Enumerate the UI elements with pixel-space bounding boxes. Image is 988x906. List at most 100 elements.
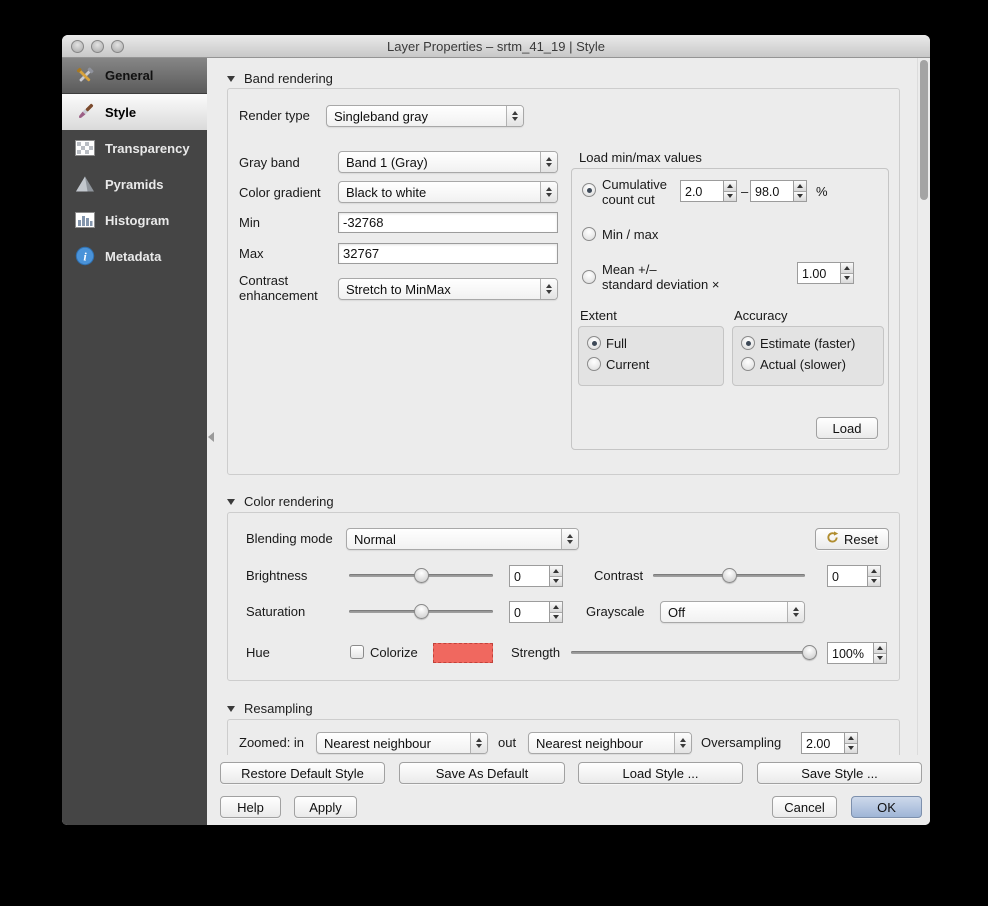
stepper-up-button[interactable] (845, 733, 857, 744)
spinbox-steppers (873, 643, 886, 663)
brightness-slider[interactable] (349, 568, 493, 583)
vertical-scrollbar[interactable] (917, 58, 930, 755)
stepper-down-button[interactable] (845, 744, 857, 754)
cumulative-count-cut-radio[interactable] (582, 183, 596, 197)
help-button[interactable]: Help (220, 796, 281, 818)
save-as-default-button[interactable]: Save As Default (399, 762, 565, 784)
spinbox-value[interactable]: 2.0 (681, 181, 723, 201)
resampling-panel: Zoomed: in Nearest neighbour out Nearest… (227, 719, 900, 755)
sidebar: General Style (62, 58, 207, 825)
apply-button[interactable]: Apply (294, 796, 357, 818)
sidebar-item-general[interactable]: General (62, 58, 207, 94)
gray-band-dropdown[interactable]: Band 1 (Gray) (338, 151, 558, 173)
mean-std-radio[interactable] (582, 270, 596, 284)
contrast-label: Contrast (594, 569, 643, 583)
extent-full-radio[interactable] (587, 336, 601, 350)
colorize-checkbox[interactable] (350, 645, 364, 659)
stepper-up-button[interactable] (794, 181, 806, 192)
zoomed-out-dropdown[interactable]: Nearest neighbour (528, 732, 692, 754)
load-minmax-groupbox: Cumulative count cut 2.0 – 98.0 (571, 168, 889, 450)
oversampling-spinbox[interactable]: 2.00 (801, 732, 858, 754)
zoomed-in-dropdown[interactable]: Nearest neighbour (316, 732, 488, 754)
load-style-button[interactable]: Load Style ... (578, 762, 743, 784)
contrast-slider[interactable] (653, 568, 805, 583)
spinbox-value[interactable]: 1.00 (798, 263, 840, 283)
saturation-slider[interactable] (349, 604, 493, 619)
save-style-button[interactable]: Save Style ... (757, 762, 922, 784)
colorize-color-swatch[interactable] (433, 643, 493, 663)
sidebar-item-metadata[interactable]: i Metadata (62, 238, 207, 274)
accuracy-title: Accuracy (734, 309, 787, 323)
min-input[interactable] (338, 212, 558, 233)
sidebar-item-label: Pyramids (105, 177, 164, 192)
sidebar-item-style[interactable]: Style (62, 94, 207, 130)
stepper-up-button[interactable] (874, 643, 886, 654)
color-gradient-dropdown[interactable]: Black to white (338, 181, 558, 203)
stepper-down-button[interactable] (841, 274, 853, 284)
sidebar-item-label: General (105, 68, 153, 83)
button-label: Help (237, 800, 264, 815)
stepper-up-button[interactable] (724, 181, 736, 192)
dropdown-value: Black to white (339, 185, 540, 200)
spinbox-value[interactable]: 0 (828, 566, 867, 586)
resampling-header[interactable]: Resampling (227, 701, 313, 716)
contrast-enhancement-dropdown[interactable]: Stretch to MinMax (338, 278, 558, 300)
color-rendering-header[interactable]: Color rendering (227, 494, 334, 509)
render-type-dropdown[interactable]: Singleband gray (326, 105, 524, 127)
cumulative-low-spinbox[interactable]: 2.0 (680, 180, 737, 202)
ok-button[interactable]: OK (851, 796, 922, 818)
cancel-button[interactable]: Cancel (772, 796, 837, 818)
slider-thumb[interactable] (722, 568, 737, 583)
grayscale-dropdown[interactable]: Off (660, 601, 805, 623)
spinbox-value[interactable]: 0 (510, 566, 549, 586)
section-title: Resampling (244, 701, 313, 716)
band-rendering-header[interactable]: Band rendering (227, 71, 333, 86)
titlebar[interactable]: Layer Properties – srtm_41_19 | Style (62, 35, 930, 58)
cumulative-high-spinbox[interactable]: 98.0 (750, 180, 807, 202)
stepper-down-button[interactable] (868, 577, 880, 587)
stepper-up-button[interactable] (550, 566, 562, 577)
accuracy-actual-radio[interactable] (741, 357, 755, 371)
stepper-down-button[interactable] (550, 577, 562, 587)
load-button[interactable]: Load (816, 417, 878, 439)
dropdown-arrows-icon (540, 182, 557, 202)
spinbox-value[interactable]: 2.00 (802, 733, 844, 753)
reset-button[interactable]: Reset (815, 528, 889, 550)
sidebar-item-label: Metadata (105, 249, 161, 264)
extent-current-radio[interactable] (587, 357, 601, 371)
brightness-spinbox[interactable]: 0 (509, 565, 563, 587)
slider-thumb[interactable] (414, 568, 429, 583)
sidebar-item-histogram[interactable]: Histogram (62, 202, 207, 238)
stepper-down-button[interactable] (550, 613, 562, 623)
stepper-down-button[interactable] (724, 192, 736, 202)
spinbox-value[interactable]: 0 (510, 602, 549, 622)
stepper-up-button[interactable] (841, 263, 853, 274)
stepper-up-button[interactable] (550, 602, 562, 613)
spinbox-value[interactable]: 100% (828, 643, 873, 663)
sidebar-item-transparency[interactable]: Transparency (62, 130, 207, 166)
slider-thumb[interactable] (414, 604, 429, 619)
min-max-radio[interactable] (582, 227, 596, 241)
button-label: Apply (309, 800, 342, 815)
saturation-spinbox[interactable]: 0 (509, 601, 563, 623)
close-window-button[interactable] (71, 40, 84, 53)
spinbox-value[interactable]: 98.0 (751, 181, 793, 201)
slider-thumb[interactable] (802, 645, 817, 660)
minimize-window-button[interactable] (91, 40, 104, 53)
strength-spinbox[interactable]: 100% (827, 642, 887, 664)
zoom-window-button[interactable] (111, 40, 124, 53)
accuracy-estimate-radio[interactable] (741, 336, 755, 350)
strength-slider[interactable] (571, 645, 817, 660)
stepper-down-button[interactable] (794, 192, 806, 202)
mean-std-spinbox[interactable]: 1.00 (797, 262, 854, 284)
scrollbar-thumb[interactable] (920, 60, 928, 200)
stepper-up-button[interactable] (868, 566, 880, 577)
max-input[interactable] (338, 243, 558, 264)
panel-collapse-arrow-icon[interactable] (208, 432, 214, 442)
sidebar-item-pyramids[interactable]: Pyramids (62, 166, 207, 202)
spinbox-steppers (549, 602, 562, 622)
blending-mode-dropdown[interactable]: Normal (346, 528, 579, 550)
restore-default-style-button[interactable]: Restore Default Style (220, 762, 385, 784)
contrast-spinbox[interactable]: 0 (827, 565, 881, 587)
stepper-down-button[interactable] (874, 654, 886, 664)
